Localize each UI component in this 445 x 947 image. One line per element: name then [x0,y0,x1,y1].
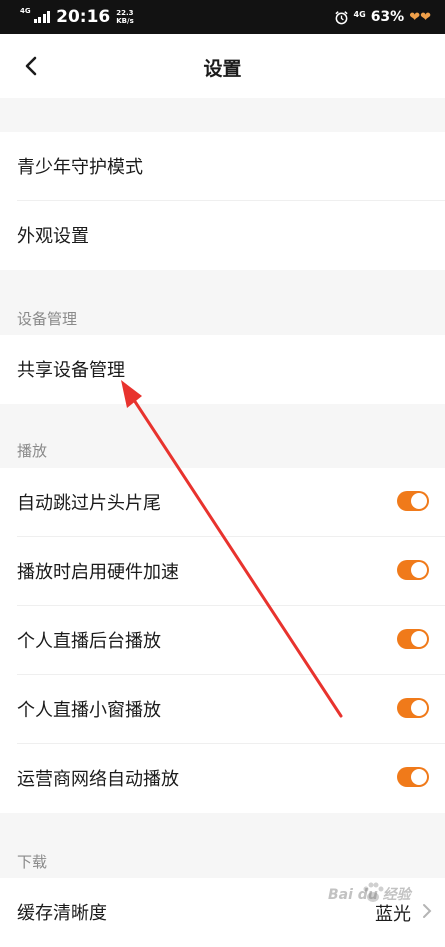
toggle-knob [411,562,427,578]
toggle-knob [411,631,427,647]
list-item-label: 缓存清晰度 [17,903,107,924]
signal-icon [33,11,51,23]
list-item-label: 运营商网络自动播放 [17,769,179,790]
toggle-knob [411,769,427,785]
toggle-switch[interactable] [397,491,429,511]
toggle-switch[interactable] [397,698,429,718]
list-item-label: 个人直播小窗播放 [17,700,161,721]
list-item-label: 自动跳过片头片尾 [17,493,161,514]
list-item-skip-intro: 自动跳过片头片尾 [0,468,445,537]
net-speed-unit: KB/s [116,17,134,25]
net-speed: 22.3 KB/s [116,9,133,25]
alarm-icon [334,10,348,24]
section-title-download: 下载 [17,853,48,871]
status-bar: 4G 20:16 22.3 KB/s 4G 63% ❤❤ [0,0,445,34]
toggle-switch[interactable] [397,767,429,787]
list-item-label: 播放时启用硬件加速 [17,562,179,583]
watermark-logo: Bai du 经验 [328,887,411,903]
list-item-label: 共享设备管理 [17,360,125,381]
section-title-device: 设备管理 [17,310,78,328]
list-item-label: 外观设置 [17,226,89,247]
status-right: 4G 63% ❤❤ [334,0,431,34]
watermark: Bai du 经验 [328,880,438,930]
list-item-label: 个人直播后台播放 [17,631,161,652]
list-item-hw-accel: 播放时启用硬件加速 [0,537,445,606]
list-item-live-background: 个人直播后台播放 [0,606,445,675]
toggle-knob [411,493,427,509]
list-item-live-pip: 个人直播小窗播放 [0,675,445,744]
section-title-playback: 播放 [17,442,48,460]
page-title: 设置 [203,58,242,80]
device-group: 共享设备管理 [0,335,445,404]
general-settings-group: 青少年守护模式 外观设置 [0,132,445,270]
toggle-knob [411,700,427,716]
network-type-right: 4G [353,9,366,19]
nav-bar: 设置 [0,34,445,98]
heart-icon: ❤❤ [409,9,431,25]
list-item-appearance[interactable]: 外观设置 [0,201,445,270]
toggle-switch[interactable] [397,629,429,649]
list-item-carrier-autoplay: 运营商网络自动播放 [0,744,445,813]
status-left: 4G 20:16 22.3 KB/s [20,0,134,34]
clock: 20:16 [56,7,111,27]
list-item-label: 青少年守护模式 [17,157,143,178]
list-item-youth-mode[interactable]: 青少年守护模式 [0,132,445,201]
battery-percent: 63% [370,9,405,25]
net-speed-value: 22.3 [116,9,134,17]
playback-group: 自动跳过片头片尾 播放时启用硬件加速 个人直播后台播放 个人直播小窗播放 运营商… [0,468,445,813]
list-item-shared-devices[interactable]: 共享设备管理 [0,335,445,404]
toggle-switch[interactable] [397,560,429,580]
network-type: 4G [20,6,31,15]
